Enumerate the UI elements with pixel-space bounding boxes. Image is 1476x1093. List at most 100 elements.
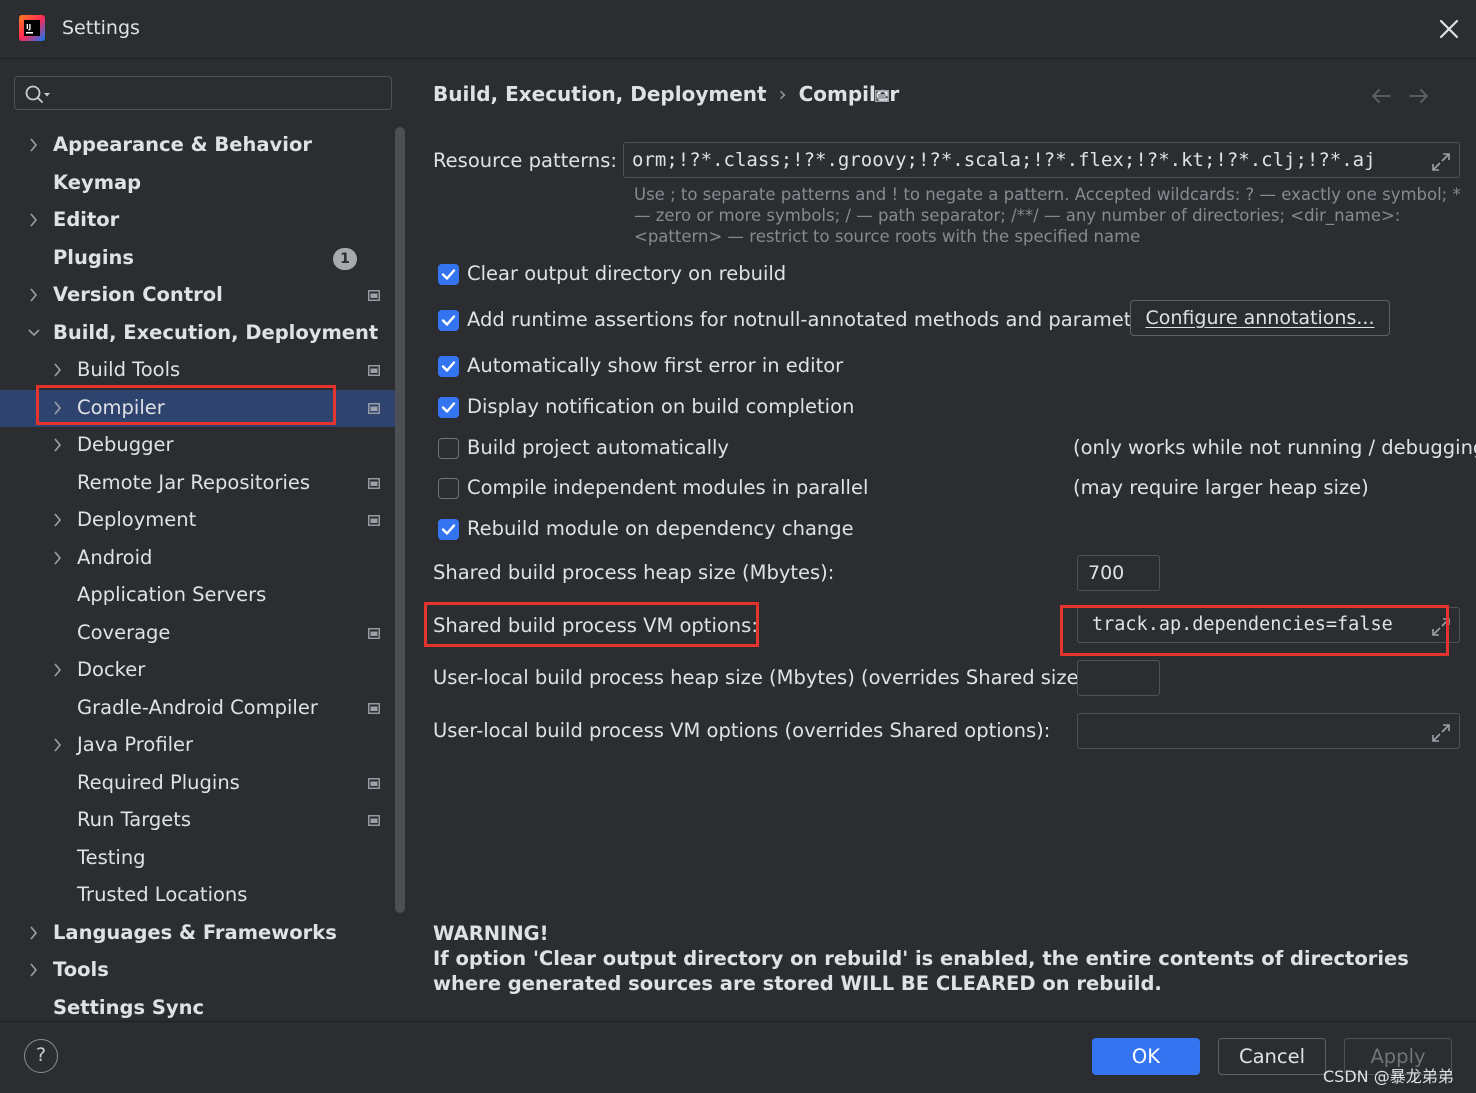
- checkbox-label-display-notification-on-build-completion[interactable]: Display notification on build completion: [467, 395, 854, 418]
- chevron-right-icon[interactable]: [28, 138, 40, 152]
- expand-icon[interactable]: [1431, 723, 1451, 743]
- shared-heap-label: Shared build process heap size (Mbytes):: [433, 561, 835, 584]
- sidebar-item-label: Docker: [77, 658, 146, 681]
- expand-icon[interactable]: [1431, 152, 1451, 172]
- sidebar-item-deployment[interactable]: Deployment: [0, 502, 405, 539]
- sidebar-item-keymap[interactable]: Keymap: [0, 165, 405, 202]
- checkbox-display-notification-on-build-completion[interactable]: [438, 397, 459, 418]
- chevron-right-icon[interactable]: [52, 438, 64, 452]
- user-heap-input[interactable]: [1077, 660, 1160, 696]
- chevron-right-icon[interactable]: [52, 550, 64, 565]
- chevron-right-icon[interactable]: [28, 288, 40, 302]
- sidebar-item-remote-jar-repositories[interactable]: Remote Jar Repositories: [0, 465, 405, 502]
- breadcrumb-separator: ›: [778, 82, 787, 106]
- checkbox-compile-independent-modules-in-parallel[interactable]: [438, 478, 459, 499]
- close-icon[interactable]: [1436, 16, 1462, 42]
- sidebar-scrollbar[interactable]: [395, 127, 405, 913]
- settings-search-input[interactable]: [14, 76, 392, 110]
- chevron-right-icon[interactable]: [52, 513, 64, 527]
- user-heap-label: User-local build process heap size (Mbyt…: [433, 666, 1093, 689]
- sidebar-item-label: Editor: [53, 208, 120, 231]
- help-button[interactable]: ?: [24, 1039, 58, 1073]
- sidebar-item-debugger[interactable]: Debugger: [0, 427, 405, 464]
- sidebar-item-label: Settings Sync: [53, 995, 205, 1019]
- chevron-right-icon[interactable]: [52, 738, 64, 752]
- compiler-settings-panel: Build, Execution, Deployment › Compiler Re…: [408, 59, 1476, 1021]
- sidebar-item-appearance-and-behavior[interactable]: Appearance & Behavior: [0, 127, 405, 164]
- sidebar-item-trusted-locations[interactable]: Trusted Locations: [0, 877, 405, 914]
- sidebar-item-label: Version Control: [53, 283, 223, 306]
- sidebar-item-label: Plugins: [53, 245, 134, 269]
- sidebar-item-build-tools[interactable]: Build Tools: [0, 352, 405, 389]
- sidebar-item-label: Keymap: [53, 170, 142, 194]
- ok-button[interactable]: OK: [1092, 1038, 1200, 1075]
- sidebar-item-label: Build Tools: [77, 358, 181, 381]
- sidebar-item-docker[interactable]: Docker: [0, 652, 405, 689]
- sidebar-item-coverage[interactable]: Coverage: [0, 615, 405, 652]
- sidebar-item-android[interactable]: Android: [0, 540, 405, 577]
- annotation-highlight-vm-field: [1060, 605, 1449, 656]
- sidebar-item-label: Remote Jar Repositories: [77, 470, 311, 494]
- sidebar-item-label: Required Plugins: [77, 770, 240, 794]
- dialog-footer: ? OK Cancel Apply CSDN @暴龙弟弟: [0, 1021, 1476, 1093]
- sidebar-item-label: Build, Execution, Deployment: [53, 320, 379, 344]
- sidebar-item-application-servers[interactable]: Application Servers: [0, 577, 405, 614]
- checkbox-label-compile-independent-modules-in-parallel[interactable]: Compile independent modules in parallel: [467, 476, 868, 499]
- checkbox-clear-output-directory-on-rebuild[interactable]: [438, 264, 459, 285]
- annotation-highlight-compiler: [36, 385, 336, 425]
- option-note: (only works while not running / debuggin…: [1073, 436, 1476, 459]
- search-icon: [25, 85, 50, 103]
- chevron-right-icon[interactable]: [52, 363, 64, 377]
- checkbox-label-automatically-show-first-error-in-editor[interactable]: Automatically show first error in editor: [467, 354, 843, 377]
- checkbox-label-rebuild-module-on-dependency-change[interactable]: Rebuild module on dependency change: [467, 517, 854, 540]
- sidebar-item-label: Trusted Locations: [77, 883, 248, 906]
- title-bar: IJ Settings: [0, 0, 1476, 59]
- resource-patterns-hint: Use ; to separate patterns and ! to nega…: [634, 185, 1461, 246]
- sidebar-item-build-execution-deployment[interactable]: Build, Execution, Deployment: [0, 315, 405, 352]
- chevron-down-icon[interactable]: [28, 326, 40, 340]
- project-level-icon: [368, 515, 380, 526]
- sidebar-item-plugins[interactable]: Plugins 1: [0, 240, 405, 277]
- chevron-right-icon[interactable]: [52, 663, 64, 677]
- sidebar-item-label: Languages & Frameworks: [53, 920, 337, 944]
- sidebar-item-tools[interactable]: Tools: [0, 952, 405, 989]
- checkbox-automatically-show-first-error-in-editor[interactable]: [438, 356, 459, 377]
- resource-patterns-value: orm;!?*.class;!?*.groovy;!?*.scala;!?*.f…: [632, 149, 1376, 171]
- breadcrumb-parent[interactable]: Build, Execution, Deployment: [433, 82, 767, 106]
- configure-annotations-button[interactable]: Configure annotations...: [1130, 300, 1390, 336]
- checkmark-icon: [441, 524, 456, 535]
- cancel-button[interactable]: Cancel: [1218, 1038, 1326, 1075]
- checkbox-add-runtime-assertions-for-notnull-annotated-methods-and-parameters[interactable]: [438, 310, 459, 331]
- checkbox-label-add-runtime-assertions-for-notnull-annotated-methods-and-parameters[interactable]: Add runtime assertions for notnull-annot…: [467, 308, 1162, 331]
- chevron-right-icon[interactable]: [28, 213, 40, 227]
- arrow-right-icon[interactable]: [1408, 87, 1430, 105]
- resource-patterns-field[interactable]: orm;!?*.class;!?*.groovy;!?*.scala;!?*.f…: [623, 142, 1460, 178]
- sidebar-item-required-plugins[interactable]: Required Plugins: [0, 765, 405, 802]
- checkbox-build-project-automatically[interactable]: [438, 438, 459, 459]
- checkmark-icon: [441, 269, 456, 280]
- user-vm-input[interactable]: [1077, 713, 1460, 749]
- window-title: Settings: [62, 17, 140, 39]
- warning-text: If option 'Clear output directory on reb…: [433, 947, 1409, 995]
- sidebar-item-editor[interactable]: Editor: [0, 202, 405, 239]
- sidebar-item-run-targets[interactable]: Run Targets: [0, 802, 405, 839]
- sidebar-item-version-control[interactable]: Version Control: [0, 277, 405, 314]
- arrow-left-icon[interactable]: [1370, 87, 1392, 105]
- chevron-right-icon[interactable]: [28, 963, 40, 977]
- sidebar-item-gradle-android-compiler[interactable]: Gradle-Android Compiler: [0, 690, 405, 727]
- sidebar-item-testing[interactable]: Testing: [0, 840, 405, 877]
- sidebar-item-java-profiler[interactable]: Java Profiler: [0, 727, 405, 764]
- sidebar-item-label: Gradle-Android Compiler: [77, 695, 318, 719]
- shared-heap-value: 700: [1088, 562, 1125, 584]
- checkbox-rebuild-module-on-dependency-change[interactable]: [438, 519, 459, 540]
- chevron-right-icon[interactable]: [28, 925, 40, 940]
- sidebar-item-languages-and-frameworks[interactable]: Languages & Frameworks: [0, 915, 405, 952]
- checkbox-label-build-project-automatically[interactable]: Build project automatically: [467, 436, 729, 459]
- option-note: (may require larger heap size): [1073, 476, 1369, 499]
- checkmark-icon: [441, 402, 456, 413]
- shared-heap-input[interactable]: 700: [1077, 555, 1160, 591]
- sidebar-item-label: Application Servers: [77, 583, 267, 606]
- project-level-icon: [368, 702, 380, 714]
- project-level-icon: [368, 627, 380, 639]
- checkbox-label-clear-output-directory-on-rebuild[interactable]: Clear output directory on rebuild: [467, 262, 786, 285]
